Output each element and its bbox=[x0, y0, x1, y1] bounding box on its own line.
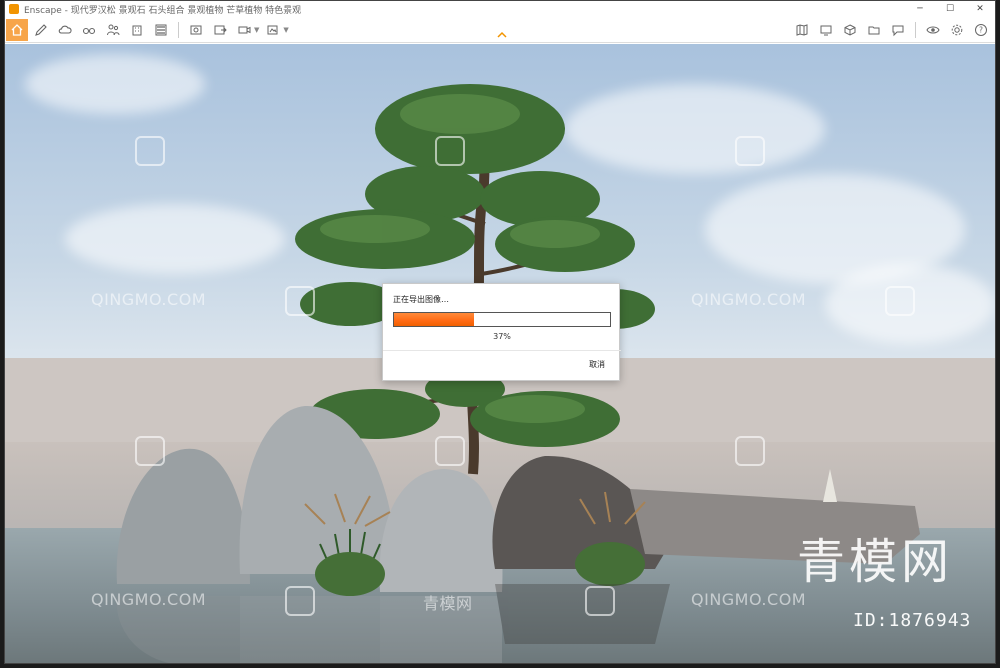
cloud-icon[interactable] bbox=[54, 19, 76, 41]
coral-ornament bbox=[823, 469, 837, 502]
watermark-logo-icon bbox=[135, 436, 165, 466]
maximize-button[interactable]: ☐ bbox=[935, 1, 965, 17]
grass-bush-left bbox=[315, 552, 385, 596]
help-icon[interactable]: ? bbox=[970, 19, 992, 41]
progress-fill bbox=[394, 313, 474, 326]
rock-left bbox=[116, 448, 250, 584]
layers-icon[interactable] bbox=[150, 19, 172, 41]
minimize-button[interactable]: ─ bbox=[905, 1, 935, 17]
monitor-icon[interactable] bbox=[815, 19, 837, 41]
collapse-toolbar-icon[interactable] bbox=[497, 30, 507, 40]
chevron-down-icon[interactable]: ▼ bbox=[254, 26, 259, 34]
panorama-icon[interactable] bbox=[262, 19, 284, 41]
watermark-text: QINGMO.COM bbox=[691, 290, 807, 309]
export-icon[interactable] bbox=[209, 19, 231, 41]
building-icon[interactable] bbox=[126, 19, 148, 41]
toolbar: ▼ ▼ ? bbox=[5, 17, 995, 43]
watermark-text-cn: 青模网 bbox=[423, 594, 473, 613]
model-id-label: ID:1876943 bbox=[853, 610, 972, 631]
title-bar: Enscape - 现代罗汉松 景观石 石头组合 景观植物 芒草植物 特色景观 … bbox=[5, 1, 995, 17]
render-viewport[interactable]: QINGMO.COM QINGMO.COM QINGMO.COM QINGMO.… bbox=[5, 44, 995, 663]
close-button[interactable]: ✕ bbox=[965, 1, 995, 17]
enscape-window: Enscape - 现代罗汉松 景观石 石头组合 景观植物 芒草植物 特色景观 … bbox=[4, 0, 996, 664]
watermark-text: QINGMO.COM bbox=[91, 590, 207, 609]
brand-logo-text: 青模网 bbox=[797, 534, 954, 590]
toolbar-separator bbox=[178, 22, 179, 38]
watermark-logo-icon bbox=[435, 436, 465, 466]
chat-icon[interactable] bbox=[887, 19, 909, 41]
screenshot-icon[interactable] bbox=[185, 19, 207, 41]
home-icon[interactable] bbox=[6, 19, 28, 41]
window-title: Enscape - 现代罗汉松 景观石 石头组合 景观植物 芒草植物 特色景观 bbox=[24, 5, 302, 16]
glasses-icon[interactable] bbox=[78, 19, 100, 41]
toolbar-left-group: ▼ ▼ bbox=[5, 17, 291, 43]
help-label: ? bbox=[979, 26, 983, 35]
dialog-title: 正在导出图像… bbox=[393, 295, 449, 304]
progress-percent: 37% bbox=[493, 332, 511, 341]
rock-middle bbox=[379, 469, 503, 592]
cube-icon[interactable] bbox=[839, 19, 861, 41]
watermark-logo-icon bbox=[285, 286, 315, 316]
watermark-text: QINGMO.COM bbox=[91, 290, 207, 309]
watermark-text: QINGMO.COM bbox=[691, 590, 807, 609]
chevron-down-icon[interactable]: ▼ bbox=[283, 26, 288, 34]
video-icon[interactable] bbox=[233, 19, 255, 41]
cancel-button[interactable]: 取消 bbox=[589, 359, 605, 370]
toolbar-right-group: ? bbox=[790, 17, 993, 43]
export-progress-dialog: 正在导出图像… 37% 取消 bbox=[382, 283, 621, 381]
gear-icon[interactable] bbox=[946, 19, 968, 41]
people-icon[interactable] bbox=[102, 19, 124, 41]
watermark-logo-icon bbox=[585, 586, 615, 616]
toolbar-separator bbox=[915, 22, 916, 38]
window-controls: ─ ☐ ✕ bbox=[905, 1, 995, 17]
watermark-logo-icon bbox=[435, 136, 465, 166]
map-icon[interactable] bbox=[791, 19, 813, 41]
grass-bush-right bbox=[575, 542, 645, 586]
export-progress-bar bbox=[393, 312, 611, 327]
watermark-logo-icon bbox=[735, 136, 765, 166]
folder-icon[interactable] bbox=[863, 19, 885, 41]
dialog-divider bbox=[383, 350, 621, 351]
watermark-logo-icon bbox=[135, 136, 165, 166]
watermark-logo-icon bbox=[735, 436, 765, 466]
pencil-icon[interactable] bbox=[30, 19, 52, 41]
enscape-logo-icon bbox=[9, 4, 19, 14]
eye-icon[interactable] bbox=[922, 19, 944, 41]
watermark-logo-icon bbox=[885, 286, 915, 316]
watermark-logo-icon bbox=[285, 586, 315, 616]
